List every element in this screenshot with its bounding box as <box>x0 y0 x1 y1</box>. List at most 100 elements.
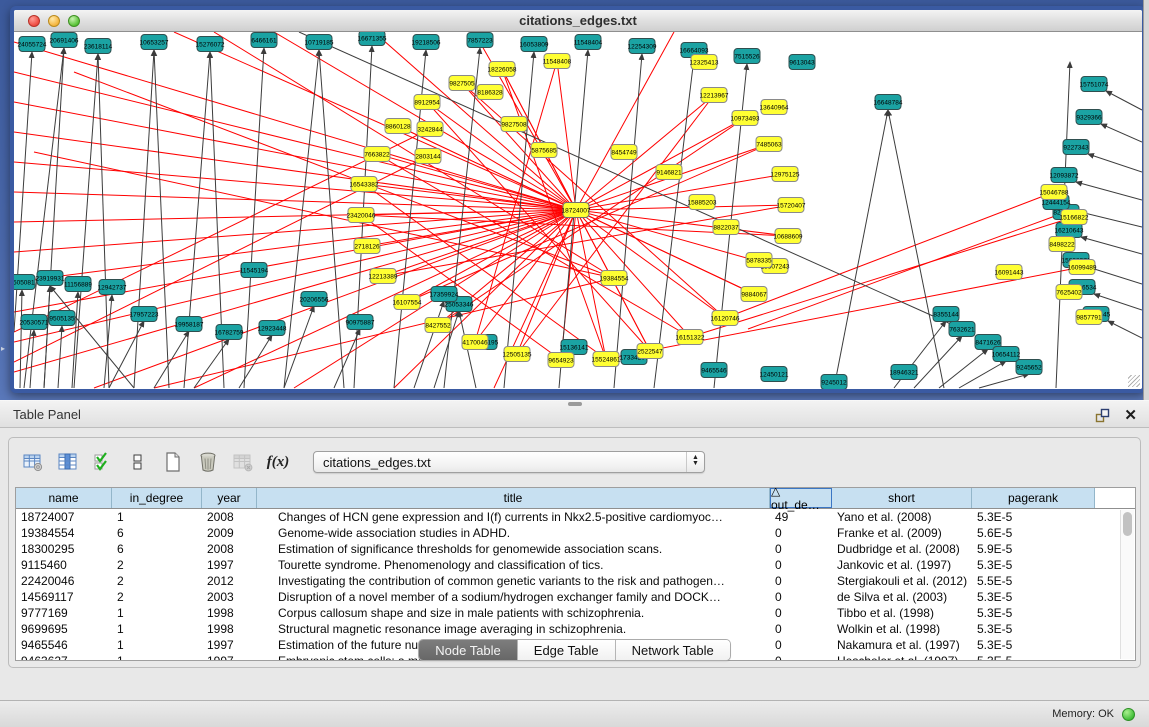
table-cell[interactable]: 0 <box>770 589 832 605</box>
table-cell[interactable]: Jankovic et al. (1997) <box>832 557 972 573</box>
graph-node-label: 11156889 <box>64 282 92 289</box>
table-cell[interactable]: 2003 <box>202 589 257 605</box>
network-canvas[interactable]: 2405572420691406236181141065325715276072… <box>14 32 1142 389</box>
table-cell[interactable]: Structural magnetic resonance image aver… <box>257 621 770 637</box>
window-resize-grip[interactable] <box>1128 375 1140 387</box>
table-cell[interactable]: Dudbridge et al. (2008) <box>832 541 972 557</box>
table-row[interactable]: 1456911722003Disruption of a novel membe… <box>16 589 1135 605</box>
table-cell[interactable]: Tibbo et al. (1998) <box>832 605 972 621</box>
table-cell[interactable]: 0 <box>770 525 832 541</box>
graph-node-label: 25053346 <box>445 302 474 309</box>
table-cell[interactable]: 18300295 <box>16 541 112 557</box>
table-cell[interactable]: Yano et al. (2008) <box>832 509 972 525</box>
table-cell[interactable]: Changes of HCN gene expression and I(f) … <box>257 509 770 525</box>
citation-network-graph[interactable]: 2405572420691406236181141065325715276072… <box>14 32 1142 389</box>
table-cell[interactable]: Tourette syndrome. Phenomenology and cla… <box>257 557 770 573</box>
table-cell[interactable]: 0 <box>770 605 832 621</box>
network-view-window[interactable]: citations_edges.txt 24055724206914062361… <box>10 6 1146 393</box>
row-height-button[interactable] <box>124 448 152 476</box>
table-cell[interactable]: 6 <box>112 541 202 557</box>
table-cell[interactable]: 2008 <box>202 509 257 525</box>
table-cell[interactable]: 2009 <box>202 525 257 541</box>
column-header[interactable]: in_degree <box>112 488 202 508</box>
table-cell[interactable]: 5.9E-5 <box>972 541 1095 557</box>
table-cell[interactable]: 5.3E-5 <box>972 557 1095 573</box>
table-row[interactable]: 1872400712008Changes of HCN gene express… <box>16 509 1135 525</box>
graph-node-label: 7663822 <box>364 152 390 159</box>
table-cell[interactable]: 2012 <box>202 573 257 589</box>
table-cell[interactable]: 5.3E-5 <box>972 605 1095 621</box>
tab-node-table[interactable]: Node Table <box>419 640 518 660</box>
table-cell[interactable]: Corpus callosum shape and size in male p… <box>257 605 770 621</box>
float-panel-icon[interactable] <box>1095 408 1110 423</box>
table-cell[interactable]: 2 <box>112 573 202 589</box>
graph-node-label: 10654112 <box>992 352 1021 359</box>
select-column-button[interactable] <box>54 448 82 476</box>
table-row[interactable]: 969969511998Structural magnetic resonanc… <box>16 621 1135 637</box>
table-cell[interactable]: Wolkin et al. (1998) <box>832 621 972 637</box>
table-row[interactable]: 911546021997Tourette syndrome. Phenomeno… <box>16 557 1135 573</box>
function-builder-button[interactable]: f(x) <box>264 448 292 476</box>
table-cell[interactable]: 1998 <box>202 621 257 637</box>
table-cell[interactable]: Franke et al. (2009) <box>832 525 972 541</box>
vertical-scrollbar[interactable] <box>1120 510 1134 659</box>
table-cell[interactable]: 9699695 <box>16 621 112 637</box>
table-cell[interactable]: 5.3E-5 <box>972 509 1095 525</box>
table-cell[interactable]: de Silva et al. (2003) <box>832 589 972 605</box>
tab-edge-table[interactable]: Edge Table <box>518 640 616 660</box>
table-cell[interactable]: Estimation of significance thresholds fo… <box>257 541 770 557</box>
table-cell[interactable]: 2008 <box>202 541 257 557</box>
close-panel-icon[interactable]: ✕ <box>1124 406 1137 424</box>
table-cell[interactable]: 2 <box>112 589 202 605</box>
column-header[interactable]: △ out_de… <box>770 488 832 508</box>
table-cell[interactable]: 14569117 <box>16 589 112 605</box>
table-cell[interactable]: 9777169 <box>16 605 112 621</box>
table-row[interactable]: 1830029562008Estimation of significance … <box>16 541 1135 557</box>
table-cell[interactable]: 0 <box>770 621 832 637</box>
table-row[interactable]: 1938455462009Genome-wide association stu… <box>16 525 1135 541</box>
column-header[interactable]: pagerank <box>972 488 1095 508</box>
column-header[interactable]: title <box>257 488 770 508</box>
table-cell[interactable]: 1997 <box>202 557 257 573</box>
table-cell[interactable]: 5.3E-5 <box>972 621 1095 637</box>
column-header[interactable]: name <box>16 488 112 508</box>
select-rows-check-button[interactable] <box>89 448 117 476</box>
table-cell[interactable]: 1 <box>112 605 202 621</box>
table-cell[interactable]: 22420046 <box>16 573 112 589</box>
table-selector-dropdown[interactable]: citations_edges.txt ▲▼ <box>313 451 705 473</box>
table-cell[interactable]: Investigating the contribution of common… <box>257 573 770 589</box>
table-cell[interactable]: 49 <box>770 509 832 525</box>
column-header[interactable]: short <box>832 488 972 508</box>
table-cell[interactable]: 0 <box>770 541 832 557</box>
table-cell[interactable]: 9115460 <box>16 557 112 573</box>
table-cell[interactable]: 18724007 <box>16 509 112 525</box>
panel-drag-handle[interactable] <box>568 402 582 406</box>
table-cell[interactable]: Genome-wide association studies in ADHD. <box>257 525 770 541</box>
graph-node-label: 20691406 <box>50 38 79 45</box>
table-cell[interactable]: 0 <box>770 557 832 573</box>
table-cell[interactable]: Disruption of a novel member of a sodium… <box>257 589 770 605</box>
tab-network-table[interactable]: Network Table <box>616 640 730 660</box>
network-window-titlebar[interactable]: citations_edges.txt <box>14 10 1142 32</box>
graph-node-label: 12444154 <box>1042 200 1071 207</box>
table-settings-button[interactable] <box>19 448 47 476</box>
table-panel-titlebar[interactable]: Table Panel ✕ <box>0 400 1149 428</box>
table-cell[interactable]: 5.5E-5 <box>972 573 1095 589</box>
table-cell[interactable]: 2 <box>112 557 202 573</box>
table-cell[interactable]: 6 <box>112 525 202 541</box>
column-header[interactable]: year <box>202 488 257 508</box>
new-table-button[interactable] <box>159 448 187 476</box>
table-cell[interactable]: 0 <box>770 573 832 589</box>
table-cell[interactable]: 19384554 <box>16 525 112 541</box>
table-row[interactable]: 977716911998Corpus callosum shape and si… <box>16 605 1135 621</box>
table-cell[interactable]: 1 <box>112 509 202 525</box>
splitpane-collapse-arrow[interactable]: ▸ <box>1 344 5 353</box>
table-cell[interactable]: 5.3E-5 <box>972 589 1095 605</box>
table-cell[interactable]: 5.6E-5 <box>972 525 1095 541</box>
table-cell[interactable]: 1 <box>112 621 202 637</box>
table-row[interactable]: 2242004622012Investigating the contribut… <box>16 573 1135 589</box>
delete-trash-button[interactable] <box>194 448 222 476</box>
table-cell[interactable]: 1998 <box>202 605 257 621</box>
scrollbar-thumb[interactable] <box>1123 512 1132 536</box>
table-cell[interactable]: Stergiakouli et al. (2012) <box>832 573 972 589</box>
